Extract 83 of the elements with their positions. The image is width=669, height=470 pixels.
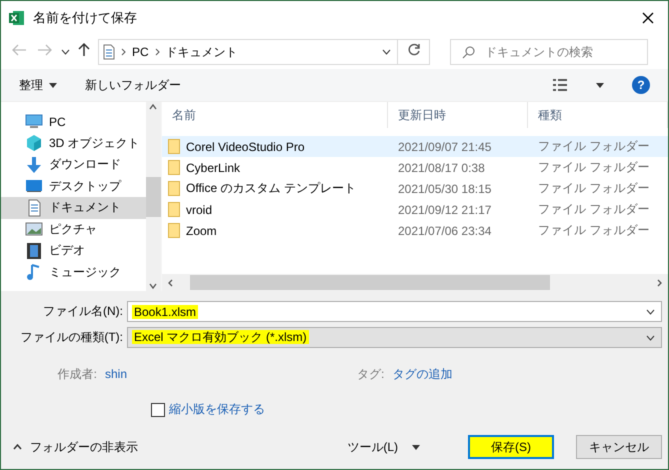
- breadcrumb-separator-icon: [121, 48, 126, 56]
- tags-link[interactable]: タグの追加: [392, 366, 452, 382]
- vertical-scrollbar[interactable]: [146, 102, 161, 291]
- dropdown-icon: [382, 49, 391, 55]
- document-icon: [103, 44, 115, 60]
- date-cell-text: 2021/09/07 21:45: [397, 140, 492, 154]
- sidebar-item[interactable]: デスクトップ: [1, 176, 146, 197]
- view-options-icon[interactable]: [552, 78, 568, 92]
- address-bar[interactable]: PC ドキュメント: [98, 39, 430, 65]
- file-name: Office のカスタム テンプレート: [186, 180, 356, 197]
- help-button[interactable]: ?: [632, 76, 650, 94]
- field-label: ファイル名(N):: [42, 303, 124, 320]
- horizontal-scrollbar[interactable]: [162, 274, 668, 291]
- picture-icon: [25, 220, 43, 238]
- window-title: 名前を付けて保存: [33, 9, 138, 27]
- meta-label: タグ:: [357, 366, 386, 382]
- file-name: Corel VideoStudio Pro: [186, 140, 305, 154]
- type-cell-text: ファイル フォルダー: [537, 180, 650, 197]
- save-button[interactable]: 保存(S): [468, 435, 554, 459]
- date-cell-text: 2021/07/06 23:34: [397, 224, 492, 238]
- sidebar-item[interactable]: ダウンロード: [1, 154, 146, 176]
- tools-menu[interactable]: ツール(L): [341, 438, 426, 456]
- scrollbar-thumb[interactable]: [146, 176, 161, 216]
- thumbnail-checkbox[interactable]: 縮小版を保存する: [151, 401, 662, 418]
- folder-icon: [168, 202, 180, 217]
- sidebar-item[interactable]: ミュージック: [1, 262, 146, 283]
- file-name: vroid: [186, 202, 212, 216]
- meta-label: 作成者:: [56, 366, 98, 382]
- close-icon: [642, 12, 654, 24]
- column-header[interactable]: 種類: [528, 102, 668, 128]
- sidebar-item[interactable]: 3D オブジェクト: [1, 132, 146, 154]
- search-field[interactable]: ドキュメントの検索: [450, 39, 648, 65]
- folder-icon: [168, 181, 180, 196]
- hide-folders-button[interactable]: フォルダーの非表示: [13, 438, 138, 456]
- file-row[interactable]: vroid 2021/09/12 21:17 ファイル フォルダー: [162, 199, 668, 220]
- folder-icon: [168, 160, 180, 175]
- file-name-field[interactable]: Book1.xlsm: [127, 301, 662, 322]
- file-type-dropdown[interactable]: Excel マクロ有効ブック (*.xlsm): [127, 327, 662, 348]
- organize-menu[interactable]: 整理: [19, 74, 57, 96]
- sidebar-item[interactable]: ピクチャ: [1, 218, 146, 240]
- scroll-down-icon[interactable]: [149, 281, 158, 291]
- breadcrumb[interactable]: ドキュメント: [166, 44, 238, 60]
- file-row[interactable]: Zoom 2021/07/06 23:34 ファイル フォルダー: [162, 220, 668, 241]
- type-cell-text: ファイル フォルダー: [537, 138, 650, 155]
- download-icon: [25, 156, 43, 174]
- chevron-up-icon: [13, 444, 22, 450]
- file-row[interactable]: CyberLink 2021/08/17 0:38 ファイル フォルダー: [162, 157, 668, 178]
- breadcrumb-separator-icon: [154, 48, 160, 56]
- pc-icon: [25, 112, 43, 131]
- video-icon: [25, 242, 43, 260]
- date-cell-text: 2021/05/30 18:15: [397, 182, 492, 196]
- cube-icon: [25, 134, 43, 152]
- caret-icon: [412, 444, 420, 450]
- scroll-up-icon[interactable]: [149, 102, 158, 112]
- recent-locations-icon: [61, 49, 70, 55]
- breadcrumb[interactable]: PC: [132, 45, 149, 59]
- file-row[interactable]: Office のカスタム テンプレート 2021/05/30 18:15 ファイル フォルダー: [162, 178, 668, 199]
- new-folder-button[interactable]: 新しいフォルダー: [85, 74, 181, 96]
- date-cell-text: 2021/09/12 21:17: [397, 202, 492, 216]
- dropdown-icon: [646, 334, 655, 340]
- refresh-icon: [406, 43, 420, 57]
- folder-icon: [168, 223, 180, 238]
- sidebar-item[interactable]: PC: [1, 111, 146, 132]
- field-label: ファイルの種類(T):: [19, 329, 124, 346]
- type-cell-text: ファイル フォルダー: [537, 222, 650, 239]
- file-name: CyberLink: [186, 160, 240, 174]
- caret-icon: [49, 82, 57, 88]
- column-header[interactable]: 名前: [162, 102, 388, 128]
- file-name: Zoom: [186, 224, 217, 238]
- type-cell-text: ファイル フォルダー: [537, 159, 650, 176]
- date-cell-text: 2021/08/17 0:38: [397, 160, 486, 174]
- caret-icon: [596, 82, 604, 88]
- dropdown-icon: [646, 308, 655, 314]
- scrollbar-thumb[interactable]: [190, 275, 550, 290]
- type-cell-text: ファイル フォルダー: [537, 201, 650, 218]
- column-header[interactable]: 更新日時: [388, 102, 528, 128]
- sidebar-item[interactable]: ビデオ: [1, 240, 146, 262]
- sidebar-item[interactable]: ドキュメント: [1, 197, 146, 218]
- folder-icon: [168, 139, 180, 154]
- spreadsheet-app-icon: [9, 10, 25, 26]
- author-value[interactable]: shin: [105, 367, 128, 381]
- cancel-button[interactable]: キャンセル: [576, 435, 662, 459]
- file-row[interactable]: Corel VideoStudio Pro 2021/09/07 21:45 ファイル フォルダー: [162, 136, 668, 157]
